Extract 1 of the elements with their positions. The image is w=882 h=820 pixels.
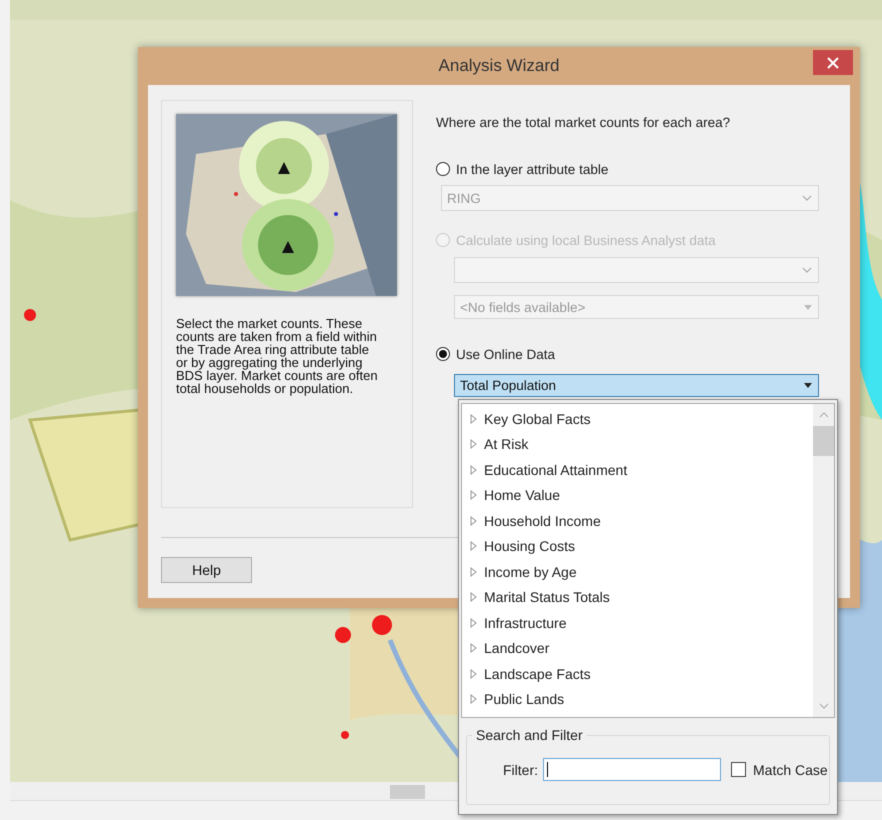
scrollbar-thumb[interactable] bbox=[390, 785, 425, 799]
